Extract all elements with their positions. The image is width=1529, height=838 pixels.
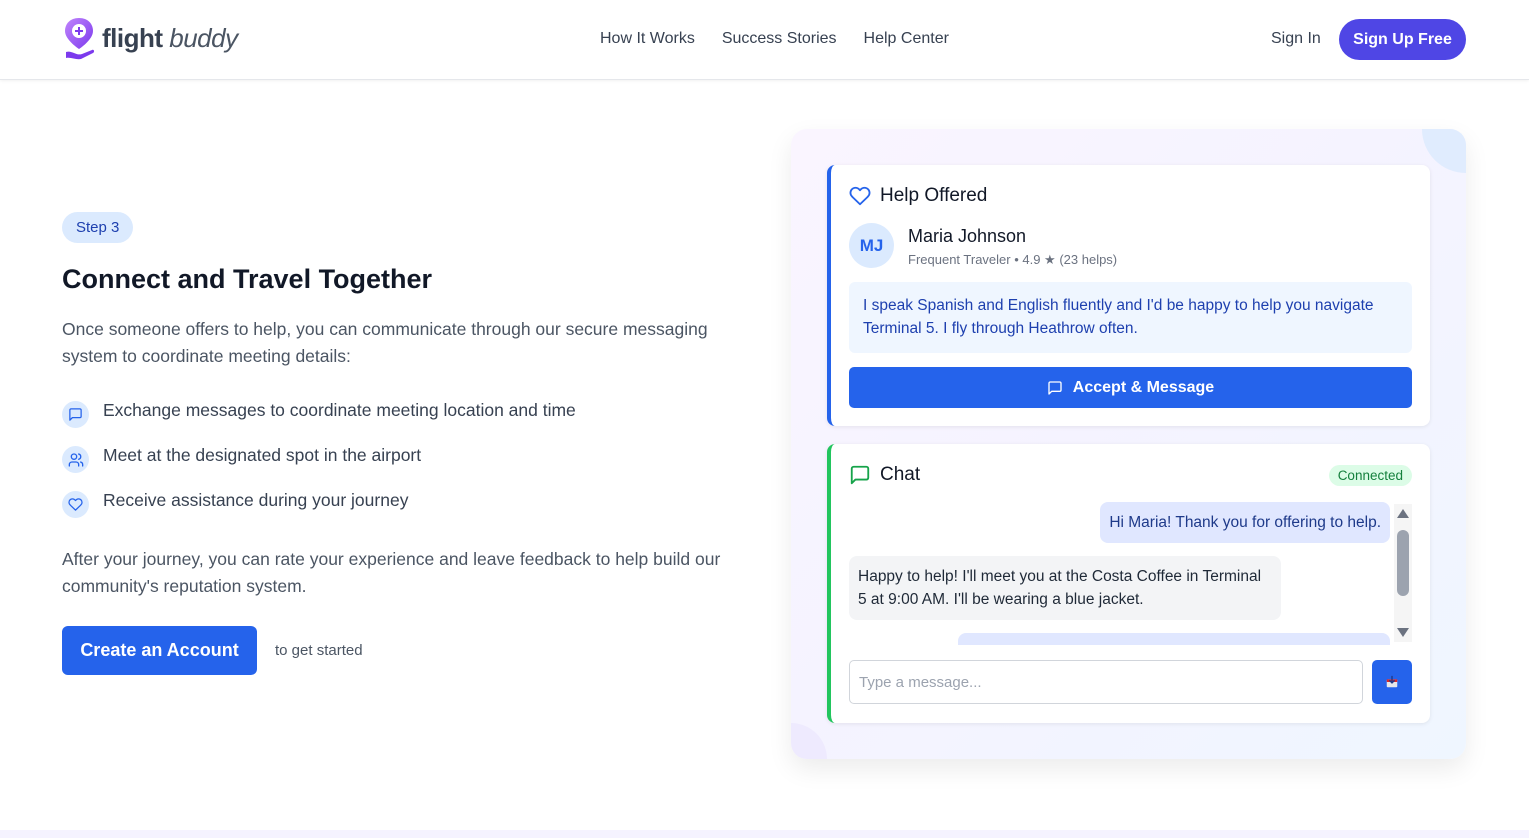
help-offered-card: Help Offered MJ Maria Johnson Frequent T…	[827, 165, 1430, 426]
demo-panel: Help Offered MJ Maria Johnson Frequent T…	[791, 129, 1466, 759]
cta-suffix: to get started	[275, 642, 363, 659]
message-square-icon	[62, 401, 89, 428]
brand-name-part2: buddy	[169, 22, 238, 53]
sign-in-link[interactable]: Sign In	[1271, 30, 1321, 48]
message-square-icon	[1048, 380, 1062, 395]
card-title: Help Offered	[880, 185, 988, 206]
feature-item: Receive assistance during your journey	[62, 487, 576, 532]
create-account-button[interactable]: Create an Account	[62, 626, 257, 675]
send-icon	[1386, 675, 1398, 688]
chat-card: Chat Connected Hi Maria! Thank you for o…	[827, 444, 1430, 723]
chat-message-outgoing: Hi Maria! Thank you for offering to help…	[1100, 502, 1390, 543]
decorative-circle	[1422, 129, 1466, 173]
accept-button-label: Accept & Message	[1072, 378, 1215, 396]
status-badge: Connected	[1328, 465, 1412, 486]
main-nav: How It Works Success Stories Help Center	[600, 30, 949, 48]
helper-meta: Frequent Traveler • 4.9 ★ (23 helps)	[908, 252, 1118, 267]
card-header: Help Offered	[849, 185, 987, 207]
sign-up-button[interactable]: Sign Up Free	[1339, 19, 1466, 60]
feature-text: Meet at the designated spot in the airpo…	[103, 445, 422, 465]
location-pin-plane-icon	[65, 18, 95, 60]
offer-message: I speak Spanish and English fluently and…	[849, 282, 1412, 353]
feature-item: Exchange messages to coordinate meeting …	[62, 397, 576, 442]
accept-message-button[interactable]: Accept & Message	[849, 367, 1412, 408]
message-input[interactable]	[849, 660, 1363, 704]
nav-how-it-works[interactable]: How It Works	[600, 30, 695, 48]
brand-logo[interactable]: flight buddy	[62, 16, 238, 60]
heart-icon	[62, 491, 89, 518]
scroll-down-arrow-icon[interactable]	[1397, 628, 1409, 637]
outro-text: After your journey, you can rate your ex…	[62, 549, 721, 596]
avatar: MJ	[849, 223, 894, 268]
decorative-circle	[791, 723, 827, 759]
scrollbar-thumb[interactable]	[1397, 530, 1409, 596]
card-header: Chat	[849, 464, 920, 486]
intro-text: Once someone offers to help, you can com…	[62, 319, 708, 366]
brand-name-part1: flight	[102, 22, 163, 53]
section-divider	[0, 830, 1529, 838]
site-header: flight buddy How It Works Success Storie…	[0, 0, 1529, 80]
feature-item: Meet at the designated spot in the airpo…	[62, 442, 576, 487]
step-badge: Step 3	[62, 212, 134, 243]
scroll-up-arrow-icon[interactable]	[1397, 509, 1409, 518]
users-icon	[62, 446, 89, 473]
section-title: Connect and Travel Together	[62, 264, 433, 294]
feature-text: Receive assistance during your journey	[103, 490, 409, 510]
nav-success-stories[interactable]: Success Stories	[722, 30, 837, 48]
brand-name: flight buddy	[102, 23, 238, 54]
scrollbar[interactable]	[1394, 504, 1412, 642]
chat-message-outgoing	[958, 633, 1390, 645]
feature-text: Exchange messages to coordinate meeting …	[103, 400, 576, 420]
message-list[interactable]: Hi Maria! Thank you for offering to help…	[849, 501, 1390, 645]
card-title: Chat	[880, 464, 921, 485]
feature-list: Exchange messages to coordinate meeting …	[62, 397, 576, 532]
helper-name: Maria Johnson	[908, 226, 1027, 246]
send-button[interactable]	[1372, 660, 1412, 704]
heart-icon	[849, 186, 871, 206]
message-square-icon	[850, 465, 870, 485]
chat-message-incoming: Happy to help! I'll meet you at the Cost…	[849, 556, 1281, 620]
nav-help-center[interactable]: Help Center	[864, 30, 949, 48]
